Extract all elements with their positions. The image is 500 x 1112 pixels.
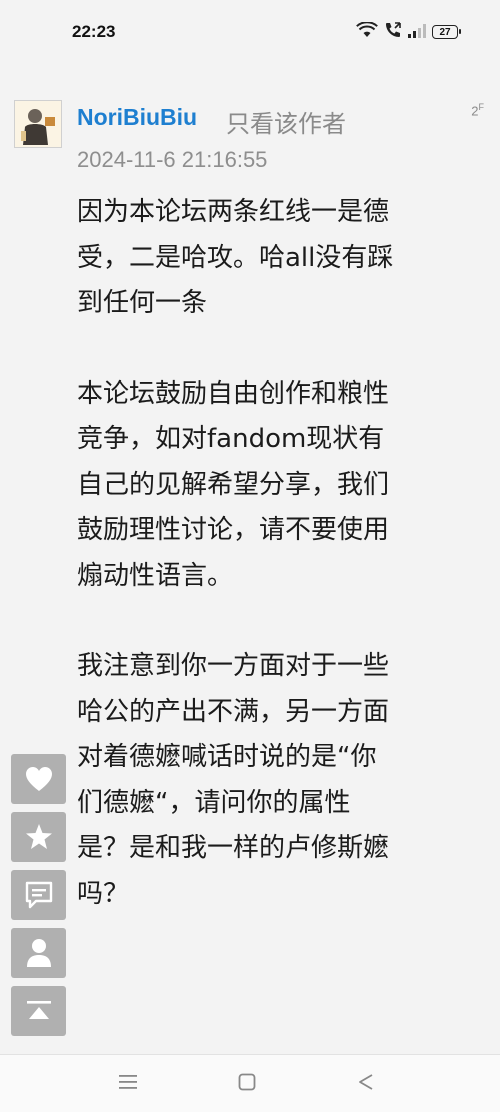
wifi-icon [356,21,378,42]
star-icon [25,823,53,851]
battery-icon: 27 [432,25,461,39]
back-button[interactable] [351,1069,381,1099]
text-line: 本论坛鼓励自由创作和粮性 [77,378,390,409]
text-line: 哈公的产出不满，另一方面 [77,696,390,727]
floor-number-value: 2 [471,103,479,119]
comment-button[interactable] [11,870,66,920]
like-button[interactable] [11,754,66,804]
status-time: 22:23 [72,22,116,41]
status-bar: 22:23 27 [0,0,500,60]
text-line: 是？是和我一样的卢修斯嬷 [77,833,390,863]
system-nav-bar [0,1054,500,1112]
user-icon [26,938,52,968]
call-icon [384,21,402,43]
home-icon [238,1073,256,1095]
heart-icon [25,766,53,792]
author-name[interactable]: NoriBiuBiu [77,104,197,131]
text-line: 自己的见解希望分享，我们 [77,469,390,500]
avatar[interactable] [14,100,62,148]
paragraph: 我注意到你一方面对于一些 哈公的产出不满，另一方面 对着德嬷喊话时说的是“你 们… [77,644,487,917]
text-line: 吗？ [77,878,130,909]
text-line: 们德嬷“，请问你的属性 [77,787,351,818]
back-to-top-icon [25,999,53,1023]
menu-button[interactable] [113,1069,143,1099]
text-line: 我注意到你一方面对于一些 [77,651,390,681]
text-line: 对着德嬷喊话时说的是“你 [77,742,377,772]
status-icons: 27 [356,21,461,43]
text-line: 因为本论坛两条红线一是德 [77,197,390,227]
text-line: 煽动性语言。 [77,560,234,591]
comment-icon [24,881,54,909]
text-line: 鼓励理性讨论，请不要使用 [77,515,390,545]
post-date: 2024-11-6 21:16:55 [77,147,268,172]
only-author-link[interactable]: 只看该作者 [226,104,346,139]
floor-suffix: F [478,102,485,112]
home-button[interactable] [232,1069,262,1099]
floor-number: 2F [471,102,484,118]
back-to-top-button[interactable] [11,986,66,1036]
menu-icon [118,1074,138,1094]
paragraph: 本论坛鼓励自由创作和粮性 竞争，如对fandom现状有 自己的见解希望分享，我们… [77,372,487,600]
author-profile-button[interactable] [11,928,66,978]
paragraph: 因为本论坛两条红线一是德 受，二是哈攻。哈all没有踩 到任何一条 [77,190,487,327]
favorite-button[interactable] [11,812,66,862]
text-line: 竞争，如对fandom现状有 [77,424,385,454]
text-line: 到任何一条 [77,288,208,318]
post-content: 因为本论坛两条红线一是德 受，二是哈攻。哈all没有踩 到任何一条 本论坛鼓励自… [77,190,487,962]
text-line: 受，二是哈攻。哈all没有踩 [77,242,394,273]
signal-icon [408,23,426,42]
back-icon [357,1073,375,1095]
